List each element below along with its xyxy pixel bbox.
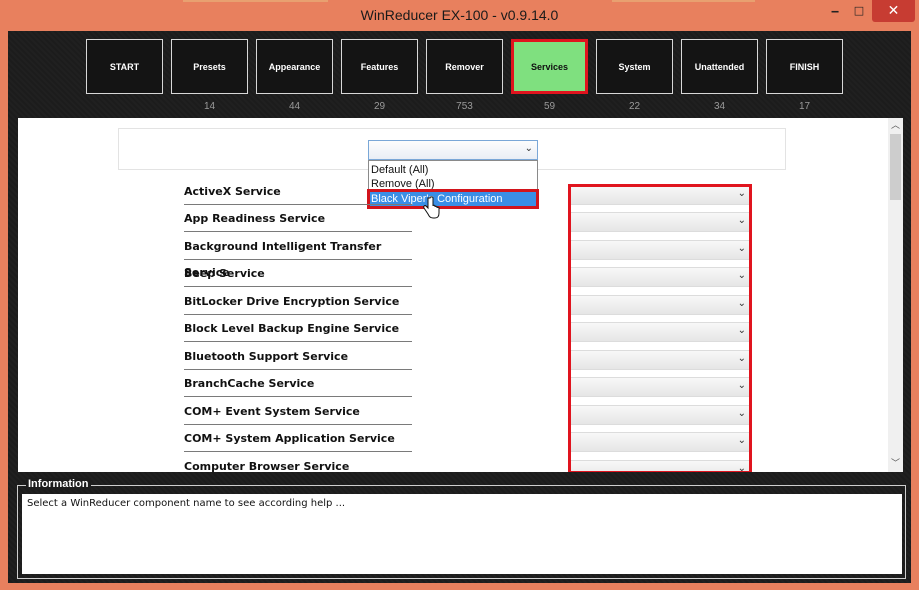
close-button[interactable]: ✕ xyxy=(872,0,915,22)
app-window: WinReducer EX-100 - v0.9.14.0 ‒ □ ✕ STAR… xyxy=(0,0,919,590)
service-combobox[interactable]: ⌄ xyxy=(570,377,750,397)
tab-remover[interactable]: Remover xyxy=(426,39,503,94)
service-combobox[interactable]: ⌄ xyxy=(570,240,750,260)
chevron-down-icon: ⌄ xyxy=(737,435,746,446)
preset-combobox[interactable]: ⌄ xyxy=(368,140,538,160)
service-combobox[interactable]: ⌄ xyxy=(570,405,750,425)
chevron-down-icon: ⌄ xyxy=(737,380,746,391)
tab-appearance[interactable]: Appearance xyxy=(256,39,333,94)
minimize-button[interactable]: ‒ xyxy=(822,0,848,22)
service-label-block-level-backup: Block Level Backup Engine Service xyxy=(184,316,412,342)
service-label-branchcache: BranchCache Service xyxy=(184,371,412,397)
service-label-bits: Background Intelligent Transfer Service xyxy=(184,234,412,279)
chevron-down-icon: ⌄ xyxy=(737,463,746,472)
service-combobox[interactable]: ⌄ xyxy=(570,322,750,342)
tab-services-count: 59 xyxy=(543,101,556,112)
tab-system[interactable]: System xyxy=(596,39,673,94)
option-default-all[interactable]: Default (All) xyxy=(371,163,428,177)
tab-features-count: 29 xyxy=(373,101,386,112)
maximize-button[interactable]: □ xyxy=(848,0,870,22)
service-label-com-system-app: COM+ System Application Service xyxy=(184,426,412,452)
tab-remover-count: 753 xyxy=(456,101,473,112)
chevron-down-icon: ⌄ xyxy=(737,353,746,364)
services-panel: ⌄ Default (All) Remove (All) Black Viper… xyxy=(18,118,888,472)
tab-appearance-count: 44 xyxy=(288,101,301,112)
chevron-down-icon: ⌄ xyxy=(737,408,746,419)
service-label-activex: ActiveX Service xyxy=(184,179,412,205)
service-combobox[interactable]: ⌄ xyxy=(570,212,750,232)
tab-services[interactable]: Services xyxy=(511,39,588,94)
chevron-down-icon: ⌄ xyxy=(524,143,533,154)
scroll-thumb[interactable] xyxy=(890,134,901,200)
service-label-app-readiness: App Readiness Service xyxy=(184,206,412,232)
hand-cursor-icon xyxy=(423,196,440,219)
service-combobox[interactable]: ⌄ xyxy=(570,432,750,452)
service-combobox[interactable]: ⌄ xyxy=(570,295,750,315)
chevron-down-icon: ⌄ xyxy=(737,325,746,336)
service-combobox[interactable]: ⌄ xyxy=(570,267,750,287)
chevron-down-icon: ⌄ xyxy=(737,243,746,254)
service-label-com-event: COM+ Event System Service xyxy=(184,399,412,425)
service-combobox[interactable]: ⌄ xyxy=(570,350,750,370)
service-label-computer-browser: Computer Browser Service xyxy=(184,454,412,472)
title-bar[interactable]: WinReducer EX-100 - v0.9.14.0 ‒ □ ✕ xyxy=(0,0,919,31)
service-label-bluetooth: Bluetooth Support Service xyxy=(184,344,412,370)
chevron-down-icon: ⌄ xyxy=(737,215,746,226)
information-title: Information xyxy=(26,478,91,490)
service-combobox[interactable]: ⌄ xyxy=(570,460,750,472)
tab-features[interactable]: Features xyxy=(341,39,418,94)
vertical-scrollbar[interactable]: ︿ ﹀ xyxy=(888,118,903,472)
scroll-up-icon[interactable]: ︿ xyxy=(888,118,903,134)
tab-unattended[interactable]: Unattended xyxy=(681,39,758,94)
chevron-down-icon: ⌄ xyxy=(737,188,746,199)
scroll-down-icon[interactable]: ﹀ xyxy=(888,456,903,472)
service-label-beep: Beep Service xyxy=(184,261,412,287)
tab-presets[interactable]: Presets xyxy=(171,39,248,94)
service-label-bitlocker: BitLocker Drive Encryption Service xyxy=(184,289,412,315)
tab-start[interactable]: START xyxy=(86,39,163,94)
chevron-down-icon: ⌄ xyxy=(737,298,746,309)
window-title: WinReducer EX-100 - v0.9.14.0 xyxy=(360,7,559,23)
tab-finish-count: 17 xyxy=(798,101,811,112)
information-text: Select a WinReducer component name to se… xyxy=(22,494,902,574)
main-client-area: START Presets 14 Appearance 44 Features … xyxy=(8,31,911,583)
chevron-down-icon: ⌄ xyxy=(737,270,746,281)
tab-unattended-count: 34 xyxy=(713,101,726,112)
tab-system-count: 22 xyxy=(628,101,641,112)
service-combobox[interactable]: ⌄ xyxy=(570,185,750,205)
tab-finish[interactable]: FINISH xyxy=(766,39,843,94)
tab-presets-count: 14 xyxy=(203,101,216,112)
